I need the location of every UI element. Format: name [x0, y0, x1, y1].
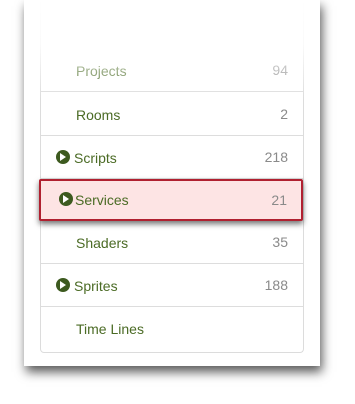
chevron-right-circle-icon[interactable] — [56, 150, 70, 164]
list-item-shaders[interactable]: Shaders 35 — [41, 222, 303, 264]
list-item-label: Rooms — [76, 107, 121, 123]
resource-list: Projects 94 Rooms 2 Scripts 218 Services… — [39, 0, 304, 353]
list-item-rooms[interactable]: Rooms 2 — [41, 94, 303, 136]
chevron-right-circle-icon[interactable] — [59, 192, 73, 206]
list-item-count: 218 — [264, 149, 288, 165]
list-item-count: 21 — [271, 192, 287, 208]
list-item-count: 2 — [280, 106, 288, 122]
resource-panel: Projects 94 Rooms 2 Scripts 218 Services… — [24, 0, 320, 366]
list-item-label: Projects — [76, 63, 127, 79]
list-item-label: Scripts — [74, 150, 117, 166]
list-item-label: Services — [75, 192, 129, 208]
list-item-scripts[interactable]: Scripts 218 — [41, 137, 303, 179]
list-item-label: Time Lines — [76, 321, 144, 337]
list-item-label: Shaders — [76, 235, 129, 251]
list-item-time-lines[interactable]: Time Lines — [41, 308, 303, 350]
list-item-count: 94 — [272, 62, 288, 78]
list-item-count: 188 — [264, 277, 288, 293]
list-item-projects[interactable]: Projects 94 — [41, 50, 303, 92]
list-item-services[interactable]: Services 21 — [39, 179, 303, 221]
chevron-right-circle-icon[interactable] — [56, 278, 70, 292]
list-item-sprites[interactable]: Sprites 188 — [41, 265, 303, 307]
list-item-label: Sprites — [74, 278, 118, 294]
list-item-count: 35 — [272, 234, 288, 250]
